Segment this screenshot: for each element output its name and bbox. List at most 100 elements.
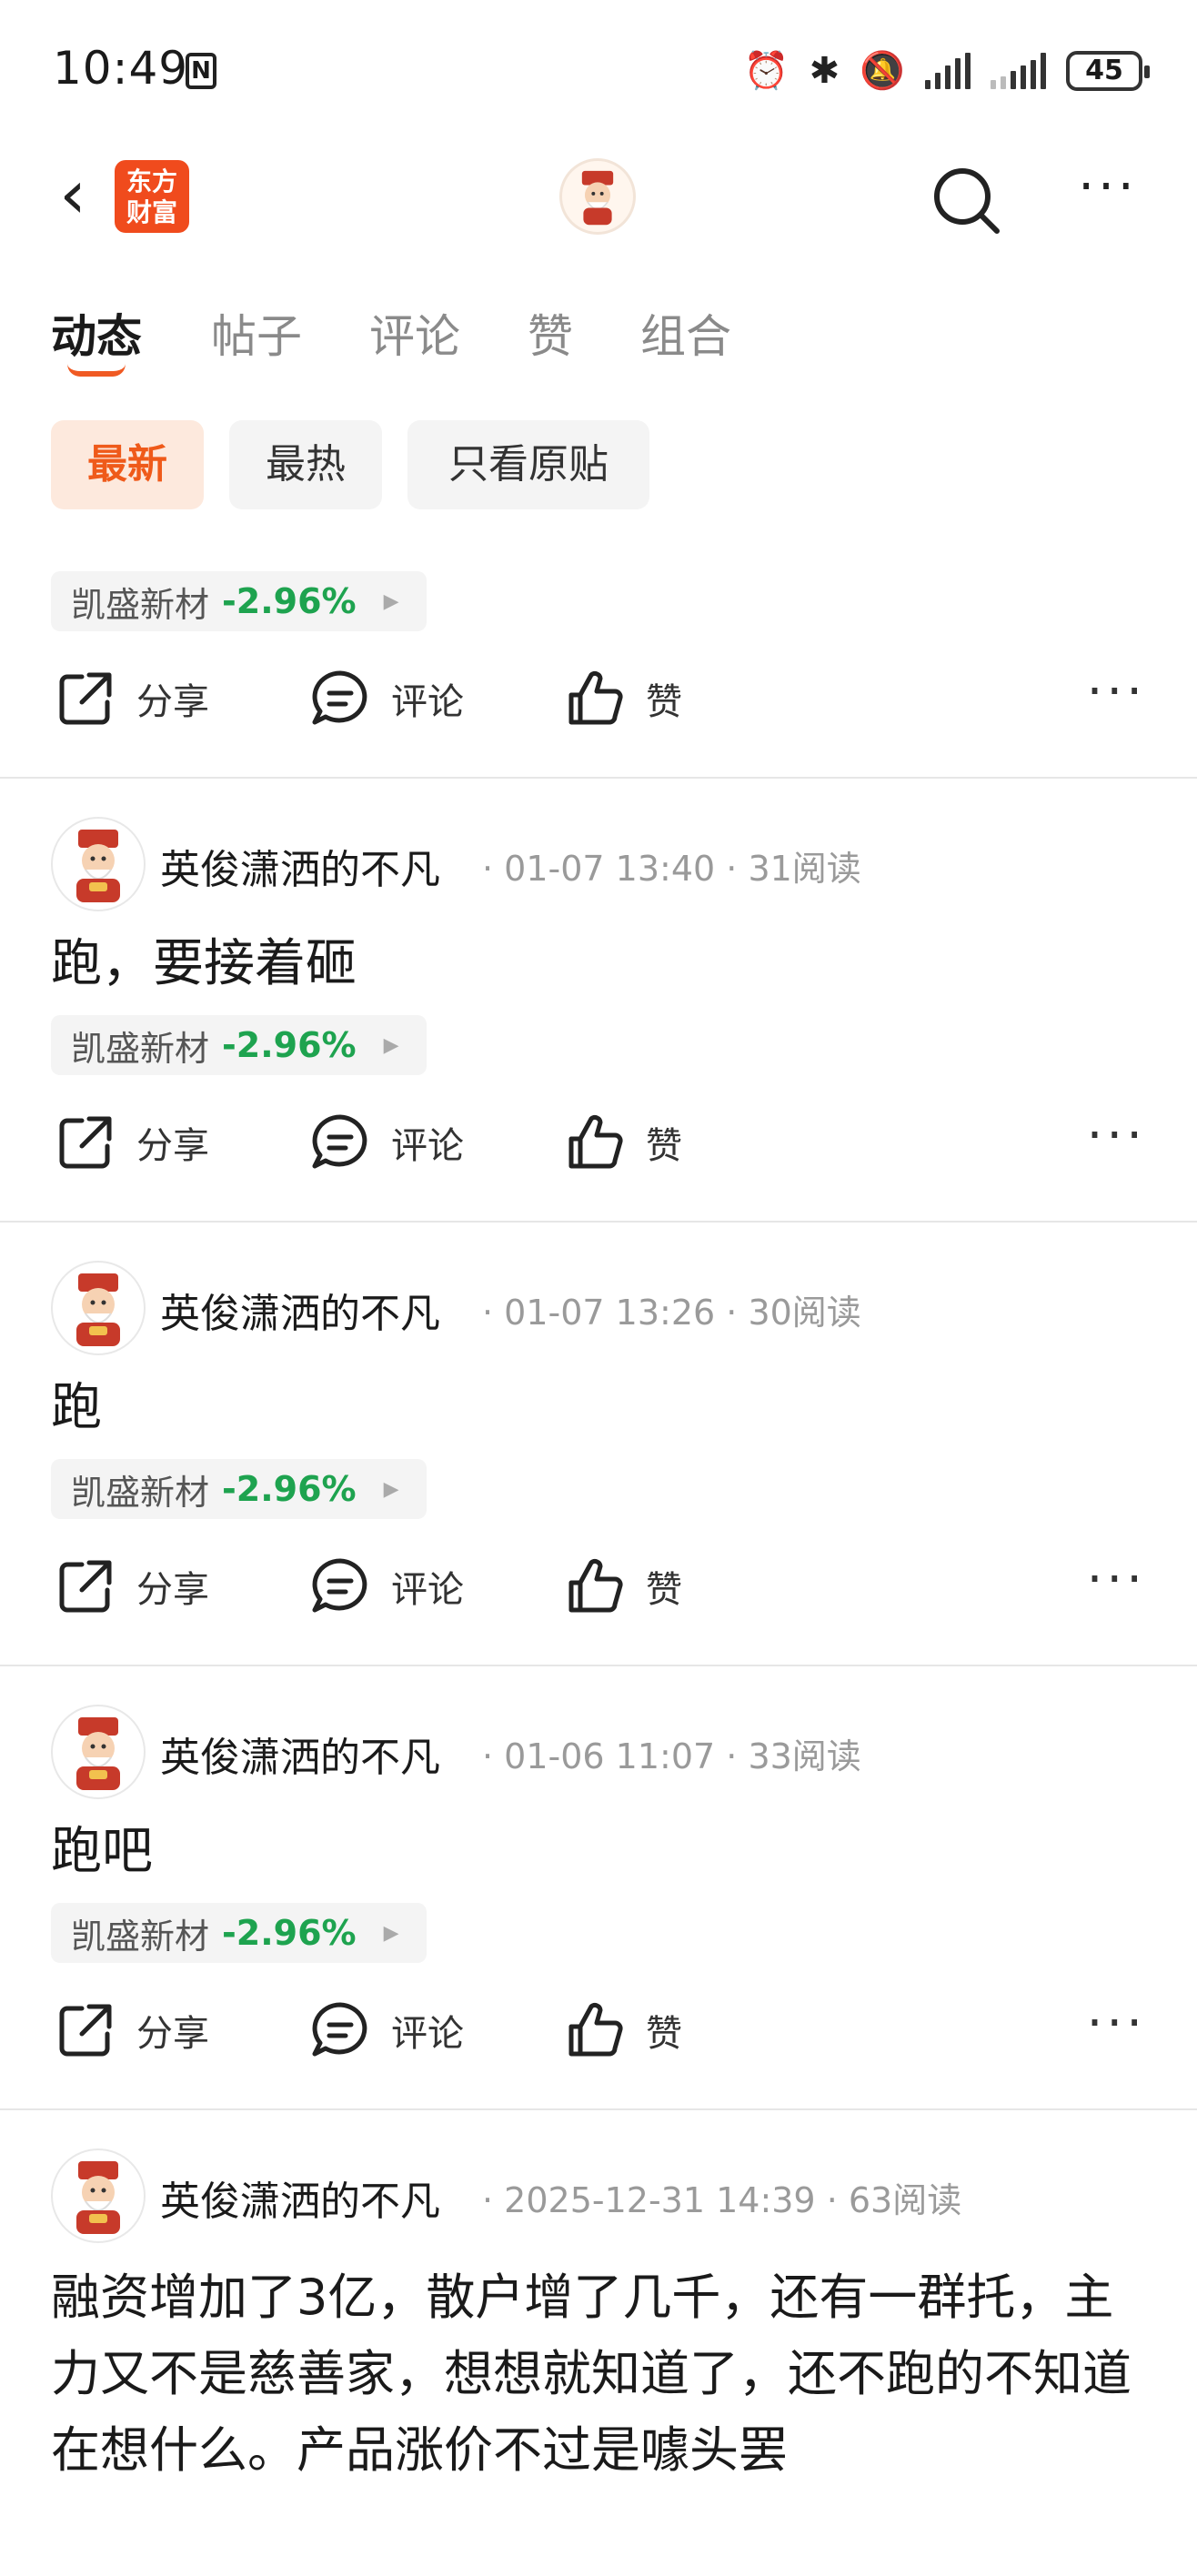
tab-portfolio[interactable]: 组合 — [640, 300, 731, 366]
feed-list: 凯盛新材 -2.96% ▶ 分享 评论 赞 ··· 英俊潇洒的不凡 · 01-0… — [0, 546, 1197, 2489]
post-header: 英俊潇洒的不凡 · 01-06 11:07 · 33阅读 — [0, 1703, 1197, 1803]
top-nav: ‹ 东方 财富 ··· — [0, 136, 1197, 255]
signal-icon — [925, 53, 971, 89]
god-of-wealth-avatar-icon — [76, 830, 120, 902]
post-item[interactable]: 英俊潇洒的不凡 · 01-07 13:40 · 31阅读 跑，要接着砸 凯盛新材… — [0, 779, 1197, 1223]
stock-name: 凯盛新材 — [71, 1916, 210, 1957]
comment-button[interactable]: 评论 — [309, 1999, 464, 2061]
share-label: 分享 — [136, 1125, 209, 1167]
comment-label: 评论 — [391, 1125, 464, 1167]
post-actions: 分享 评论 赞 ··· — [0, 1963, 1197, 2108]
post-date: 2025-12-31 14:39 — [504, 2180, 816, 2220]
like-button[interactable]: 赞 — [564, 1112, 682, 1173]
post-text[interactable]: 跑 — [0, 1359, 1197, 1444]
author-name[interactable]: 英俊潇洒的不凡 — [160, 1725, 440, 1783]
alarm-icon: ⏰ — [743, 50, 790, 92]
like-label: 赞 — [646, 681, 682, 723]
post-date: 01-07 13:40 — [504, 849, 716, 889]
stock-tag[interactable]: 凯盛新材 -2.96% ▶ — [51, 1015, 427, 1075]
app-logo[interactable]: 东方 财富 — [115, 160, 189, 233]
author-avatar[interactable] — [51, 2148, 146, 2243]
share-button[interactable]: 分享 — [55, 668, 209, 730]
active-tab-indicator — [67, 364, 126, 377]
post-text[interactable]: 融资增加了3亿，散户增了几千，还有一群托，主力又不是慈善家，想想就知道了，还不跑… — [0, 2247, 1197, 2489]
back-arrow-icon[interactable]: ‹ — [45, 161, 100, 229]
comment-label: 评论 — [391, 2013, 464, 2055]
post-item[interactable]: 英俊潇洒的不凡 · 01-06 11:07 · 33阅读 跑吧 凯盛新材 -2.… — [0, 1666, 1197, 2110]
play-arrow-icon: ▶ — [383, 1477, 399, 1501]
thumbs-up-icon — [568, 1558, 623, 1613]
share-button[interactable]: 分享 — [55, 1999, 209, 2061]
share-button[interactable]: 分享 — [55, 1112, 209, 1173]
post-meta: · 2025-12-31 14:39 · 63阅读 — [482, 2180, 962, 2220]
stock-change: -2.96% — [222, 1469, 357, 1509]
comment-button[interactable]: 评论 — [309, 668, 464, 730]
stock-tag[interactable]: 凯盛新材 -2.96% ▶ — [51, 1903, 427, 1963]
more-options-icon[interactable]: ··· — [1087, 1555, 1146, 1605]
author-avatar[interactable] — [51, 1261, 146, 1355]
share-label: 分享 — [136, 2013, 209, 2055]
comment-label: 评论 — [391, 681, 464, 723]
more-options-icon[interactable]: ··· — [1087, 667, 1146, 718]
comment-icon — [312, 2002, 367, 2057]
author-name[interactable]: 英俊潇洒的不凡 — [160, 1281, 440, 1339]
tab-likes[interactable]: 赞 — [528, 300, 573, 366]
profile-avatar[interactable] — [559, 158, 636, 235]
stock-change: -2.96% — [222, 1913, 357, 1953]
god-of-wealth-avatar-icon — [581, 170, 614, 226]
signal-icon — [991, 53, 1046, 89]
like-button[interactable]: 赞 — [564, 1999, 682, 2061]
logo-line-1: 东方 — [126, 166, 177, 196]
tab-dynamics[interactable]: 动态 — [51, 300, 142, 366]
like-button[interactable]: 赞 — [564, 668, 682, 730]
more-options-icon[interactable]: ··· — [1087, 1111, 1146, 1162]
post-meta: · 01-06 11:07 · 33阅读 — [482, 1736, 861, 1776]
stock-tag[interactable]: 凯盛新材 -2.96% ▶ — [51, 1459, 427, 1519]
status-time: 10:49 — [53, 42, 189, 95]
thumbs-up-icon — [568, 670, 623, 725]
post-text[interactable]: 跑，要接着砸 — [0, 915, 1197, 1001]
post-actions: 分享 评论 赞 ··· — [0, 631, 1197, 777]
post-item[interactable]: 英俊潇洒的不凡 · 01-07 13:26 · 30阅读 跑 凯盛新材 -2.9… — [0, 1223, 1197, 1666]
comment-button[interactable]: 评论 — [309, 1112, 464, 1173]
post-date: 01-06 11:07 — [504, 1736, 716, 1776]
post-item[interactable]: 英俊潇洒的不凡 · 2025-12-31 14:39 · 63阅读 融资增加了3… — [0, 2110, 1197, 2489]
more-options-icon[interactable]: ··· — [1087, 1998, 1146, 2049]
more-options-icon[interactable]: ··· — [1073, 162, 1142, 224]
post-reads: 33阅读 — [748, 1736, 861, 1776]
god-of-wealth-avatar-icon — [76, 1273, 120, 1346]
author-name[interactable]: 英俊潇洒的不凡 — [160, 837, 440, 895]
post-text[interactable]: 跑吧 — [0, 1803, 1197, 1888]
post-reads: 31阅读 — [748, 849, 861, 889]
post-meta: · 01-07 13:26 · 30阅读 — [482, 1293, 861, 1333]
post-meta: · 01-07 13:40 · 31阅读 — [482, 849, 861, 889]
author-avatar[interactable] — [51, 817, 146, 911]
author-name[interactable]: 英俊潇洒的不凡 — [160, 2168, 440, 2227]
stock-tag[interactable]: 凯盛新材 -2.96% ▶ — [51, 571, 427, 631]
comment-label: 评论 — [391, 1569, 464, 1611]
filter-latest[interactable]: 最新 — [51, 420, 204, 509]
play-arrow-icon: ▶ — [383, 589, 399, 613]
share-icon — [59, 1560, 112, 1613]
post-header: 英俊潇洒的不凡 · 01-07 13:40 · 31阅读 — [0, 815, 1197, 915]
tab-posts[interactable]: 帖子 — [211, 300, 302, 366]
filter-hot[interactable]: 最热 — [229, 420, 382, 509]
stock-name: 凯盛新材 — [71, 1472, 210, 1513]
like-button[interactable]: 赞 — [564, 1555, 682, 1617]
share-icon — [59, 2004, 112, 2057]
stock-change: -2.96% — [222, 581, 357, 621]
post-item[interactable]: 凯盛新材 -2.96% ▶ 分享 评论 赞 ··· — [0, 546, 1197, 779]
god-of-wealth-avatar-icon — [76, 1717, 120, 1790]
search-icon[interactable] — [928, 162, 1004, 238]
god-of-wealth-avatar-icon — [76, 2161, 120, 2234]
like-label: 赞 — [646, 2013, 682, 2055]
comment-button[interactable]: 评论 — [309, 1555, 464, 1617]
stock-name: 凯盛新材 — [71, 584, 210, 625]
share-button[interactable]: 分享 — [55, 1555, 209, 1617]
author-avatar[interactable] — [51, 1705, 146, 1799]
battery-icon: 45 — [1066, 51, 1150, 91]
filter-original-only[interactable]: 只看原贴 — [407, 420, 649, 509]
filter-chips: 最新 最热 只看原贴 — [0, 420, 1197, 511]
tab-comments[interactable]: 评论 — [369, 300, 460, 366]
bluetooth-icon: ✱ — [809, 50, 840, 92]
